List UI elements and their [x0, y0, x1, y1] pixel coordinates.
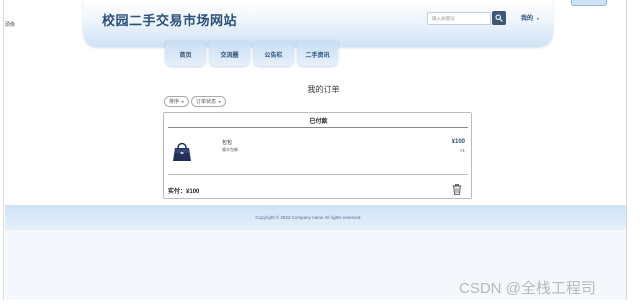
order-total-value: ¥100: [186, 189, 200, 195]
nav-tab-news[interactable]: 二手资讯: [297, 40, 338, 66]
chevron-down-icon: ▼: [218, 99, 222, 104]
order-status: 已付款: [309, 119, 328, 125]
nav-tab-home[interactable]: 首页: [165, 40, 206, 66]
chevron-down-icon: ▼: [181, 99, 185, 104]
footer: Copyright © 2022.Company name All rights…: [5, 205, 626, 230]
order-total-label: 实付：: [168, 189, 187, 195]
item-price: ¥100: [451, 139, 465, 145]
sort-dropdown-label: 排序: [169, 99, 180, 105]
search-input[interactable]: 输入关键词: [427, 12, 491, 25]
left-border: [3, 0, 4, 300]
nav-tab-community[interactable]: 交流圈: [209, 40, 250, 66]
nav-tab-notice[interactable]: 公告栏: [253, 40, 294, 66]
search-button[interactable]: [492, 11, 506, 25]
top-right-widget[interactable]: [571, 0, 607, 6]
watermark: CSDN @全栈工程司: [459, 280, 596, 297]
order-status-dropdown[interactable]: 订单状态 ▼: [191, 96, 227, 107]
user-menu-caret: ▸: [537, 16, 540, 22]
search-icon: [495, 14, 503, 22]
item-shipping: 顺丰包邮: [222, 147, 238, 152]
order-card: 已付款 包包 顺丰包邮 ¥100 ×1 实付：¥100: [163, 112, 472, 199]
page: 頭像 校园二手交易市场网站 输入关键词 我的 ▸ 首页 交流圈 公告栏 二手资讯 …: [0, 0, 643, 306]
item-name[interactable]: 包包: [222, 139, 232, 146]
page-title: 我的订单: [307, 85, 340, 94]
sort-dropdown[interactable]: 排序 ▼: [164, 96, 190, 107]
side-label: 頭像: [5, 22, 16, 28]
right-border: [626, 0, 627, 300]
user-menu-label: 我的: [521, 16, 534, 22]
copyright-text: Copyright © 2022.Company name All rights…: [255, 215, 362, 220]
order-total: 实付：¥100: [168, 186, 199, 195]
trash-icon[interactable]: [452, 184, 462, 195]
divider: [168, 127, 468, 128]
divider: [168, 174, 468, 175]
site-title[interactable]: 校园二手交易市场网站: [102, 10, 237, 29]
order-status-dropdown-label: 订单状态: [196, 99, 217, 105]
item-quantity: ×1: [459, 148, 465, 153]
handbag-icon[interactable]: [172, 139, 192, 163]
user-menu[interactable]: 我的 ▸: [521, 13, 540, 22]
